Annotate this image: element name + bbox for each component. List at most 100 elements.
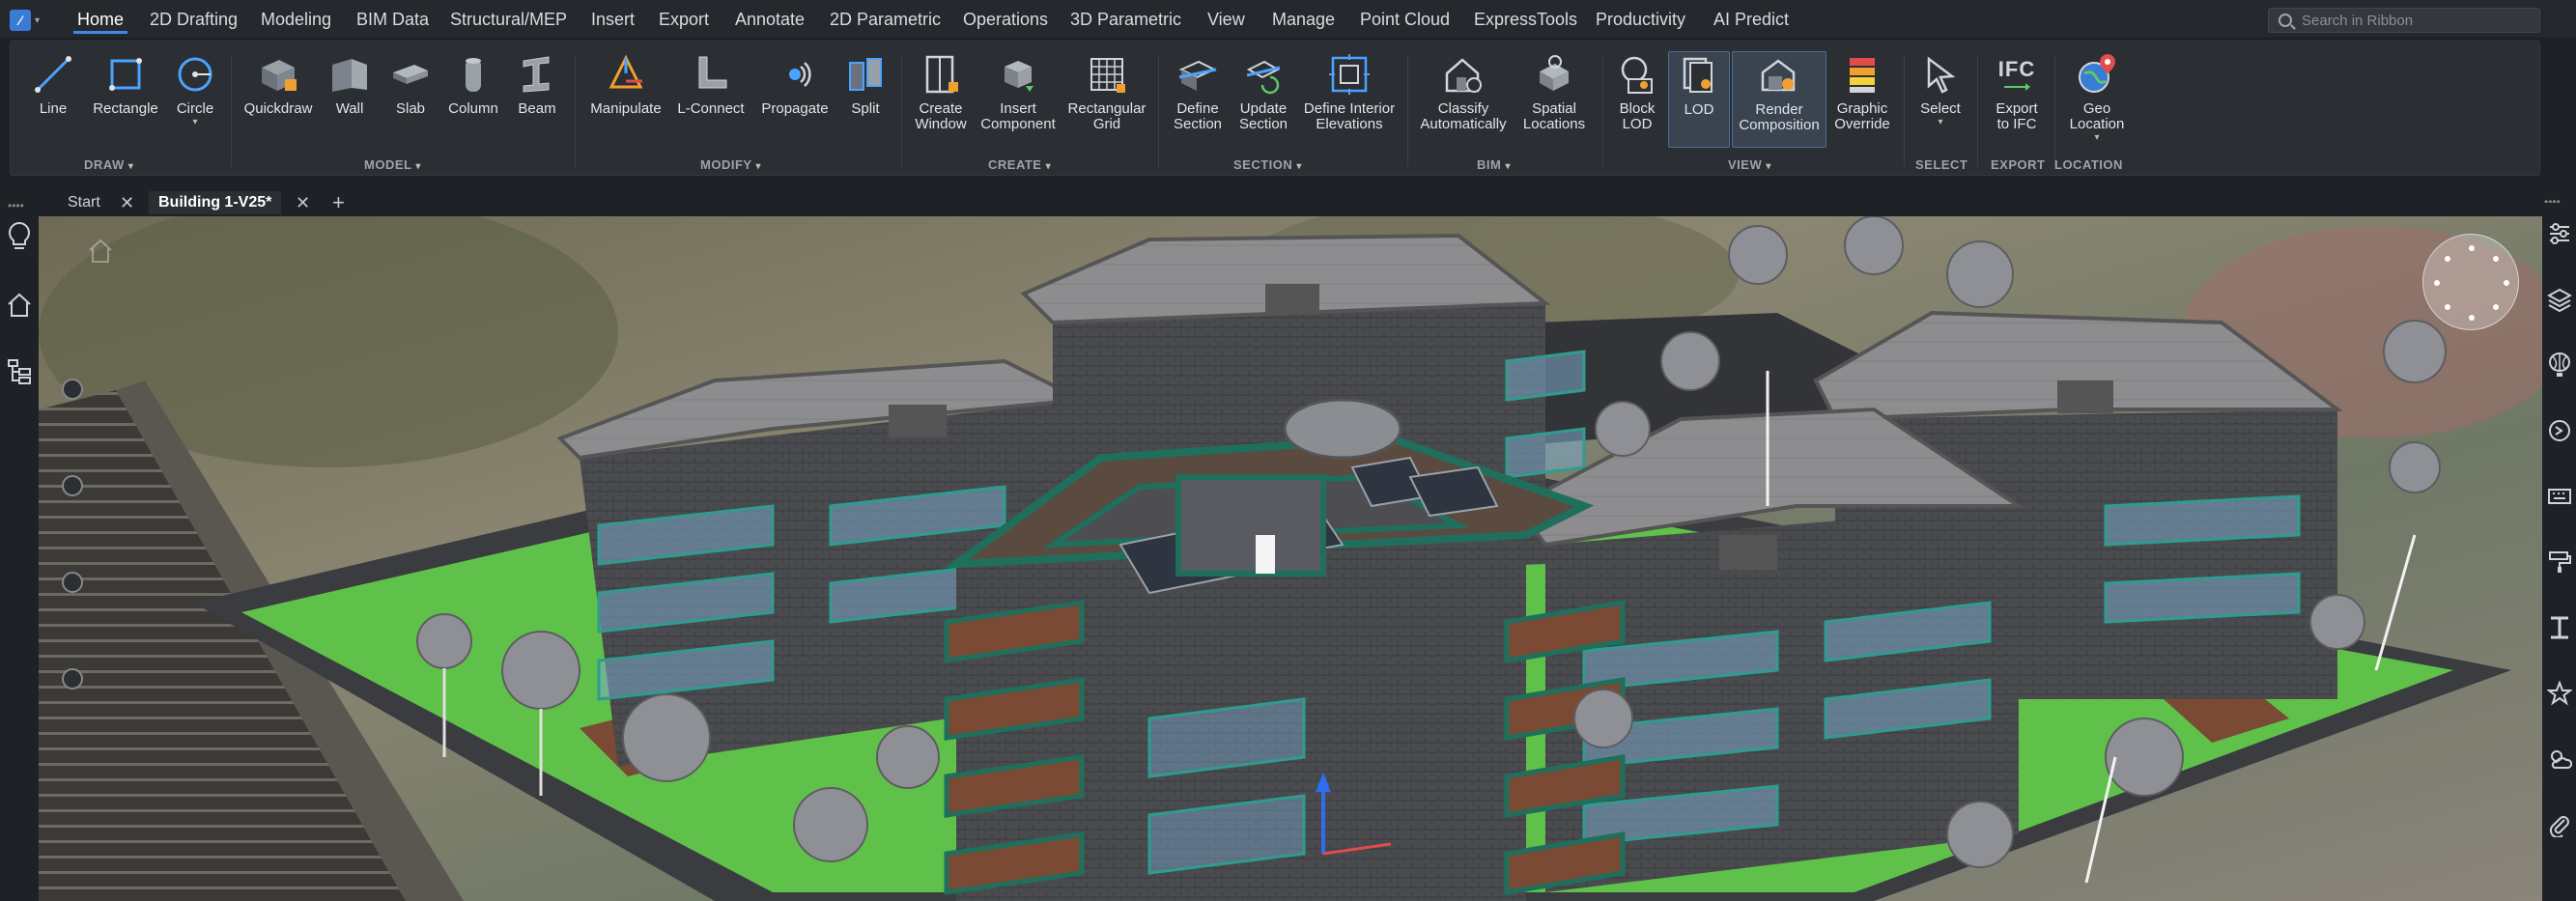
structure-tree-icon[interactable] — [4, 355, 35, 386]
sliders-icon[interactable] — [2544, 218, 2575, 249]
rectangular-grid-line1: Rectangular — [1067, 100, 1146, 117]
close-icon[interactable]: ✕ — [120, 191, 134, 214]
group-label-view[interactable]: VIEW ▾ — [1728, 157, 1771, 172]
slab-button[interactable]: Slab — [381, 51, 440, 159]
tab-operations[interactable]: Operations — [963, 0, 1048, 39]
graphic-override-button[interactable]: Graphic Override — [1828, 51, 1896, 159]
tab-home[interactable]: Home — [72, 0, 128, 39]
export-to-ifc-button[interactable]: IFC Export to IFC — [1983, 51, 2051, 159]
add-tab-icon[interactable]: + — [332, 191, 345, 214]
ifc-glyph-text: IFC — [1997, 57, 2036, 81]
column-button[interactable]: Column — [441, 51, 505, 159]
spatial-label: Spatial Locations — [1523, 101, 1585, 132]
create-window-line1: Create — [919, 100, 963, 117]
tab-2d-drafting[interactable]: 2D Drafting — [150, 0, 238, 39]
orbit-icon[interactable] — [2544, 415, 2575, 446]
quickdraw-button[interactable]: Quickdraw — [237, 51, 320, 159]
roof-hatch — [1265, 284, 1319, 315]
ribbon-search-input[interactable] — [2302, 12, 2524, 29]
geo-location-button[interactable]: Geo Location ▾ — [2058, 51, 2136, 159]
weather-icon[interactable] — [2544, 744, 2575, 774]
viewport-home-icon[interactable] — [87, 238, 114, 265]
panel-grip-icon[interactable]: •••• — [8, 199, 24, 212]
update-section-button[interactable]: Update Section — [1230, 51, 1297, 159]
spatial-locations-icon — [1531, 51, 1577, 98]
create-window-button[interactable]: Create Window — [907, 51, 975, 159]
block-lod-icon — [1614, 51, 1660, 98]
group-label-draw[interactable]: DRAW ▾ — [84, 157, 133, 172]
group-label-bim[interactable]: BIM ▾ — [1477, 157, 1511, 172]
balloon-icon[interactable] — [2544, 350, 2575, 380]
slab-label: Slab — [395, 100, 426, 117]
rectangular-grid-button[interactable]: Rectangular Grid — [1062, 51, 1152, 159]
doc-tab-start[interactable]: Start — [58, 191, 110, 214]
line-label: Line — [39, 100, 68, 117]
tab-structural-mep[interactable]: Structural/MEP — [450, 0, 567, 39]
lightbulb-icon[interactable] — [4, 220, 35, 251]
geo-location-line1: Geo — [2082, 100, 2111, 117]
doc-tab-building[interactable]: Building 1-V25* — [149, 191, 282, 214]
create-window-label: Create Window — [915, 101, 966, 132]
tab-ai-predict[interactable]: AI Predict — [1713, 0, 1789, 39]
navigation-wheel[interactable] — [2422, 234, 2519, 330]
globe-pin-icon — [2074, 51, 2120, 98]
l-connect-button[interactable]: L-Connect — [669, 51, 752, 159]
tab-productivity[interactable]: Productivity — [1596, 0, 1685, 39]
chevron-down-icon: ▾ — [1766, 161, 1771, 172]
classify-automatically-button[interactable]: Classify Automatically — [1413, 51, 1514, 159]
tab-manage[interactable]: Manage — [1272, 0, 1335, 39]
rectangular-grid-line2: Grid — [1092, 116, 1121, 132]
group-label-create[interactable]: CREATE ▾ — [988, 157, 1051, 172]
group-draw-text: DRAW — [84, 157, 125, 172]
block-lod-button[interactable]: Block LOD — [1608, 51, 1666, 159]
ribbon-search-box[interactable] — [2268, 8, 2540, 33]
render-composition-button[interactable]: Render Composition — [1732, 51, 1826, 148]
group-label-model[interactable]: MODEL ▾ — [364, 157, 421, 172]
star-icon[interactable] — [2544, 678, 2575, 709]
group-separator — [2054, 55, 2055, 167]
tab-insert[interactable]: Insert — [591, 0, 635, 39]
select-button[interactable]: Select ▾ — [1910, 51, 1971, 159]
group-section-text: SECTION — [1233, 157, 1293, 172]
define-section-button[interactable]: Define Section — [1164, 51, 1231, 159]
home-icon[interactable] — [4, 290, 35, 321]
chevron-down-icon: ▾ — [1296, 161, 1302, 172]
tab-annotate[interactable]: Annotate — [735, 0, 805, 39]
split-button[interactable]: Split — [835, 51, 895, 159]
tab-bim-data[interactable]: BIM Data — [356, 0, 429, 39]
tab-2d-parametric[interactable]: 2D Parametric — [830, 0, 941, 39]
tab-modeling[interactable]: Modeling — [261, 0, 331, 39]
keyboard-icon[interactable] — [2544, 481, 2575, 512]
viewport-edge-ticks — [62, 379, 91, 707]
define-interior-label: Define Interior Elevations — [1304, 101, 1395, 132]
close-icon[interactable]: ✕ — [296, 191, 310, 214]
bricscad-logo-icon: ⁄ — [10, 10, 31, 31]
spatial-locations-button[interactable]: Spatial Locations — [1514, 51, 1595, 159]
insert-component-button[interactable]: Insert Component — [975, 51, 1062, 159]
paint-roller-icon[interactable] — [2544, 547, 2575, 577]
i-beam-icon[interactable] — [2544, 612, 2575, 643]
application-menu-button[interactable]: ⁄ ▾ — [10, 8, 52, 33]
group-label-modify[interactable]: MODIFY ▾ — [700, 157, 761, 172]
rectangle-button[interactable]: Rectangle — [84, 51, 167, 159]
layers-icon[interactable] — [2544, 284, 2575, 315]
model-viewport[interactable] — [39, 216, 2542, 901]
tab-view[interactable]: View — [1207, 0, 1245, 39]
wall-button[interactable]: Wall — [320, 51, 380, 159]
tab-3d-parametric[interactable]: 3D Parametric — [1070, 0, 1181, 39]
line-button[interactable]: Line — [22, 51, 84, 159]
lod-button[interactable]: LOD — [1668, 51, 1730, 148]
block-lod-line1: Block — [1619, 100, 1656, 117]
render-composition-icon — [1756, 52, 1802, 99]
circle-label: Circle — [176, 100, 214, 117]
group-label-section[interactable]: SECTION ▾ — [1233, 157, 1302, 172]
tab-expresstools[interactable]: ExpressTools — [1474, 0, 1577, 39]
tab-export[interactable]: Export — [659, 0, 709, 39]
define-interior-elevations-button[interactable]: Define Interior Elevations — [1297, 51, 1401, 159]
tab-point-cloud[interactable]: Point Cloud — [1360, 0, 1450, 39]
circle-button[interactable]: Circle ▾ — [165, 51, 225, 159]
beam-button[interactable]: Beam — [507, 51, 567, 159]
propagate-button[interactable]: Propagate — [754, 51, 835, 159]
manipulate-button[interactable]: Manipulate — [582, 51, 669, 159]
attachment-icon[interactable] — [2544, 809, 2575, 840]
